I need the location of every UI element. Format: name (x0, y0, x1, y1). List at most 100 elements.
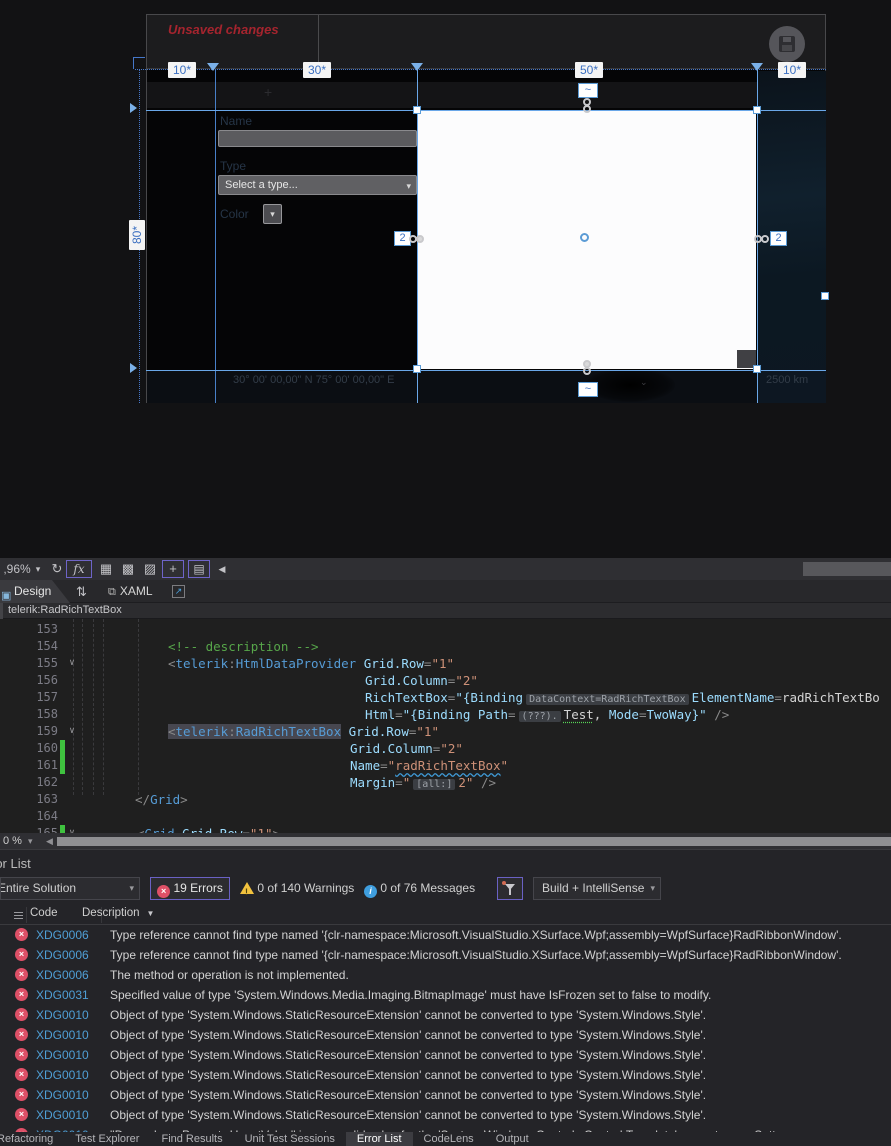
refresh-icon[interactable]: ↻ (50, 558, 64, 580)
error-row[interactable]: × XDG0031 Specified value of type 'System.… (0, 985, 891, 1005)
bottom-tab-output[interactable]: Output (485, 1132, 540, 1146)
code-line[interactable]: Margin=" [all:] 2" /> (0, 774, 891, 791)
code-line[interactable]: </Grid> (0, 791, 891, 808)
bottom-tab-find-results[interactable]: Find Results (150, 1132, 233, 1146)
code-line[interactable]: Name="radRichTextBox" (0, 757, 891, 774)
column-splitter-marker-icon[interactable] (751, 63, 763, 71)
code-line[interactable]: Html="{Binding Path= (???). Test, Mode=Two… (0, 706, 891, 723)
anchor-chain-icon[interactable] (581, 360, 593, 376)
code-line[interactable]: RichTextBox="{Binding DataContext=RadRich… (0, 689, 891, 706)
designer-hscrollbar[interactable] (803, 562, 891, 576)
grid-column-line-1[interactable] (215, 70, 216, 403)
anchor-chain-icon[interactable] (754, 233, 770, 245)
selection-handle[interactable] (413, 106, 421, 114)
selection-center-anchor[interactable] (580, 233, 589, 242)
error-code[interactable]: XDG0006 (36, 925, 89, 945)
error-icon: × (157, 885, 171, 898)
warnings-filter-button[interactable]: ! 0 of 140 Warnings (240, 880, 354, 897)
code-line[interactable]: Grid.Column="2" (0, 672, 891, 689)
snap-to-page-button[interactable]: ▤ (188, 560, 210, 578)
code-line[interactable]: <Grid Grid.Row="1"> (0, 825, 891, 833)
column-size-chip-2[interactable]: 30* (303, 62, 331, 78)
code-line[interactable]: <telerik:HtmlDataProvider Grid.Row="1" (0, 655, 891, 672)
color-combobox[interactable]: ▾ (263, 204, 282, 224)
code-line[interactable] (0, 808, 891, 825)
bottom-tab-unit-test-sessions[interactable]: Unit Test Sessions (234, 1132, 346, 1146)
error-code[interactable]: XDG0010 (36, 1025, 89, 1045)
errors-filter-button[interactable]: × 19 Errors (150, 877, 230, 900)
error-row[interactable]: × XDG0010 Object of type 'System.Windows.S… (0, 1105, 891, 1125)
show-grid-icon[interactable]: ▦ (98, 558, 114, 580)
bottom-tab-error-list[interactable]: Error List (345, 1132, 413, 1146)
selection-handle[interactable] (413, 365, 421, 373)
anchor-chain-icon[interactable] (409, 233, 425, 245)
selection-handle[interactable] (753, 106, 761, 114)
row-sizing-chip-top[interactable]: ~ (578, 83, 598, 98)
error-code[interactable]: XDG0010 (36, 1065, 89, 1085)
error-row[interactable]: × XDG0010 Object of type 'System.Windows.S… (0, 1045, 891, 1065)
snapping-icon[interactable]: ▨ (142, 558, 158, 580)
description-column-header[interactable]: Description ▼ (82, 907, 154, 919)
editor-zoom-caret-icon[interactable]: ▾ (28, 833, 33, 849)
code-column-header[interactable]: Code (30, 907, 58, 919)
source-dropdown[interactable]: Build + IntelliSense ▾ (533, 877, 661, 900)
bottom-tab-codelens[interactable]: CodeLens (413, 1132, 485, 1146)
xaml-tab-icon: ⧉ (108, 586, 116, 598)
xaml-code-editor[interactable]: 153 154 <!-- description --> 155 ∨ <telerik:H… (0, 619, 891, 833)
collapse-panel-icon[interactable]: ◀ (216, 558, 228, 580)
editor-zoom-value[interactable]: 0 % (3, 833, 22, 849)
row-size-chip[interactable]: 80* (129, 220, 145, 250)
selection-handle[interactable] (821, 292, 829, 300)
error-code[interactable]: XDG0010 (36, 1105, 89, 1125)
error-row[interactable]: × XDG0010 Object of type 'System.Windows.S… (0, 1065, 891, 1085)
error-row[interactable]: × XDG0010 Object of type 'System.Windows.S… (0, 1005, 891, 1025)
snap-grid-icon[interactable]: ▩ (120, 558, 136, 580)
popout-icon[interactable]: ↗ (172, 585, 185, 598)
type-combobox[interactable]: Select a type... ▾ (218, 175, 417, 195)
row-sizing-chip-bottom[interactable]: ~ (578, 382, 598, 397)
selection-handle[interactable] (753, 365, 761, 373)
tab-xaml[interactable]: ⧉ XAML (108, 580, 153, 603)
editor-hscrollbar[interactable] (57, 837, 891, 846)
error-code[interactable]: XDG0010 (36, 1045, 89, 1065)
error-row[interactable]: × XDG0010 Object of type 'System.Windows.S… (0, 1085, 891, 1105)
code-line[interactable] (0, 621, 891, 638)
swap-panes-icon[interactable]: ⇅ (76, 580, 87, 603)
column-size-chip-3[interactable]: 50* (575, 62, 603, 78)
error-code[interactable]: XDG0006 (36, 965, 89, 985)
designer-zoom-value[interactable]: ,96% (2, 558, 32, 580)
margin-chip-right[interactable]: 2 (770, 231, 787, 246)
error-code[interactable]: XDG0031 (36, 985, 89, 1005)
effects-fx-button[interactable]: fx (66, 560, 92, 578)
error-row[interactable]: × XDG0006 Type reference cannot find type … (0, 925, 891, 945)
bottom-tab-refactoring[interactable]: Refactoring (0, 1132, 64, 1146)
error-code[interactable]: XDG0010 (36, 1005, 89, 1025)
error-description: Specified value of type 'System.Windows.… (110, 988, 712, 1002)
severity-column-icon[interactable] (14, 912, 23, 919)
scroll-left-icon[interactable]: ◀ (46, 833, 53, 849)
snaplines-button[interactable]: + (162, 560, 184, 578)
anchor-chain-icon[interactable] (581, 98, 593, 114)
bottom-tab-test-explorer[interactable]: Test Explorer (64, 1132, 150, 1146)
error-code[interactable]: XDG0010 (36, 1085, 89, 1105)
column-size-chip-1[interactable]: 10* (168, 62, 196, 78)
error-row[interactable]: × XDG0006 Type reference cannot find type … (0, 945, 891, 965)
column-splitter-marker-icon[interactable] (411, 63, 423, 71)
error-row[interactable]: × XDG0006 The method or operation is not i… (0, 965, 891, 985)
designed-appbar[interactable] (147, 82, 825, 108)
error-code[interactable]: XDG0006 (36, 945, 89, 965)
column-size-chip-4[interactable]: 10* (778, 62, 806, 78)
code-line[interactable]: Grid.Column="2" (0, 740, 891, 757)
code-line[interactable]: <!-- description --> (0, 638, 891, 655)
breadcrumb-element[interactable]: telerik:RadRichTextBox (8, 604, 122, 616)
column-splitter-marker-icon[interactable] (207, 63, 219, 71)
error-row[interactable]: × XDG0010 Object of type 'System.Windows.S… (0, 1025, 891, 1045)
scope-dropdown[interactable]: Entire Solution ▾ (0, 877, 140, 900)
filter-button[interactable] (497, 877, 523, 900)
zoom-dropdown-caret-icon[interactable]: ▾ (32, 558, 44, 580)
tab-design[interactable]: ▣ Design (0, 580, 70, 603)
messages-filter-button[interactable]: i 0 of 76 Messages (364, 880, 475, 898)
code-line[interactable]: <telerik:RadRichTextBox Grid.Row="1" (0, 723, 891, 740)
name-textbox[interactable] (218, 130, 417, 147)
grid-row-line-2[interactable] (146, 370, 826, 371)
